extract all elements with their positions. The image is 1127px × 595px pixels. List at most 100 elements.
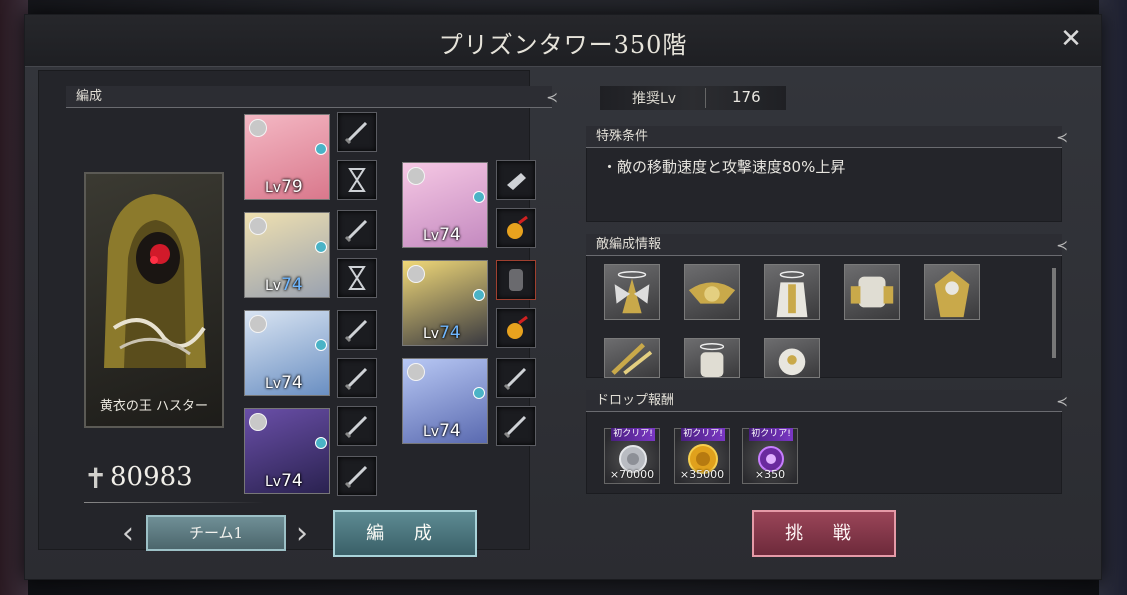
golem-icon (850, 276, 894, 308)
enemy-info-header: 敵編成情報 ≺ (586, 234, 1068, 256)
character-level: Lv79 (265, 177, 303, 197)
character-level: Lv74 (265, 275, 303, 295)
sword-icon (344, 121, 368, 145)
power-underline (84, 502, 264, 503)
reward-item[interactable]: 初クリア! ×70000 (604, 428, 660, 484)
power-icon: ✝ (84, 462, 108, 495)
reward-amount: ×350 (754, 468, 786, 481)
sword-icon (344, 319, 368, 343)
character-level: Lv74 (423, 225, 461, 245)
character-slot-2[interactable]: Lv74 (244, 212, 330, 298)
leader-name: 黄衣の王 ハスター (99, 399, 209, 414)
sword-icon (344, 465, 368, 489)
challenge-button[interactable]: 挑 戦 (752, 510, 896, 557)
reward-item[interactable]: 初クリア! ×350 (742, 428, 798, 484)
whistle-icon (507, 173, 526, 190)
bat-shield-icon (688, 282, 736, 304)
equipment-slot[interactable] (337, 310, 377, 350)
angel-guardian-icon (776, 271, 808, 318)
power-value: 80983 (110, 462, 193, 492)
element-icon (249, 217, 267, 235)
enemy-unit[interactable] (764, 338, 820, 378)
hook-ornament-icon: ≺ (1056, 394, 1068, 410)
golden-potion-icon (507, 215, 528, 239)
equipment-slot[interactable] (337, 406, 377, 446)
equipment-slot[interactable] (496, 208, 536, 248)
next-team-chevron-right-icon[interactable]: › (292, 516, 312, 552)
element-icon (407, 167, 425, 185)
title-bar: プリズンタワー350階 ✕ (25, 15, 1101, 67)
reward-item[interactable]: 初クリア! ×35000 (674, 428, 730, 484)
modal-title: プリズンタワー350階 (438, 31, 688, 59)
character-slot-6[interactable]: Lv74 (402, 260, 488, 346)
enemy-list-scrollbar[interactable] (1052, 268, 1056, 358)
enemy-unit[interactable] (764, 264, 820, 320)
edit-formation-button[interactable]: 編 成 (333, 510, 477, 557)
leader-card[interactable]: 黄衣の王 ハスター (84, 172, 224, 428)
special-condition-text: ・敵の移動速度と攻撃速度80%上昇 (602, 158, 846, 176)
recommended-level-label: 推奨Lv (632, 91, 677, 107)
drop-rewards-header: ドロップ報酬 ≺ (586, 390, 1068, 412)
armored-angel-icon (699, 343, 725, 377)
equipment-slot[interactable] (496, 160, 536, 200)
character-slot-1[interactable]: Lv79 (244, 114, 330, 200)
equipment-slot[interactable] (337, 210, 377, 250)
character-level: Lv74 (423, 421, 461, 441)
divider (705, 88, 706, 108)
class-icon (315, 339, 327, 351)
character-level: Lv74 (265, 471, 303, 491)
class-icon (315, 241, 327, 253)
enemy-unit[interactable] (684, 264, 740, 320)
character-slot-5[interactable]: Lv74 (402, 162, 488, 248)
equipment-slot[interactable] (337, 358, 377, 398)
background-right (1099, 0, 1127, 595)
enemy-info-label: 敵編成情報 (596, 237, 662, 252)
enemy-unit[interactable] (604, 264, 660, 320)
equipment-slot[interactable] (496, 260, 536, 300)
enemy-unit[interactable] (684, 338, 740, 378)
hourglass-icon (348, 168, 366, 192)
sword-icon (344, 219, 368, 243)
enemy-unit[interactable] (924, 264, 980, 320)
team-selector[interactable]: チーム1 (146, 515, 286, 551)
hourglass-icon (348, 266, 366, 290)
equipment-slot[interactable] (337, 112, 377, 152)
hooded-king-portrait (104, 194, 206, 368)
reward-amount: ×70000 (609, 468, 655, 481)
element-icon (249, 413, 267, 431)
special-conditions-header: 特殊条件 ≺ (586, 126, 1068, 148)
character-slot-3[interactable]: Lv74 (244, 310, 330, 396)
prev-team-chevron-left-icon[interactable]: ‹ (118, 516, 138, 552)
character-level: Lv74 (265, 373, 303, 393)
sword-icon (503, 415, 527, 439)
armor-icon (509, 269, 523, 291)
character-level: Lv74 (423, 323, 461, 343)
hook-ornament-icon: ≺ (1056, 130, 1068, 146)
element-icon (249, 315, 267, 333)
close-icon[interactable]: ✕ (1057, 25, 1085, 53)
sword-icon (503, 367, 527, 391)
golden-potion-icon (507, 315, 528, 339)
equipment-slot[interactable] (496, 406, 536, 446)
sword-icon (344, 367, 368, 391)
sword-icon (344, 415, 368, 439)
equipment-slot[interactable] (337, 258, 377, 298)
class-icon (315, 437, 327, 449)
enemy-unit[interactable] (844, 264, 900, 320)
hook-ornament-icon: ≺ (546, 90, 558, 106)
equipment-slot[interactable] (496, 308, 536, 348)
equipment-slot[interactable] (337, 456, 377, 496)
element-icon (407, 265, 425, 283)
equipment-slot[interactable] (337, 160, 377, 200)
element-icon (407, 363, 425, 381)
character-slot-4[interactable]: Lv74 (244, 408, 330, 494)
element-icon (249, 119, 267, 137)
formation-header: 編成 ≺ (66, 86, 558, 108)
character-slot-7[interactable]: Lv74 (402, 358, 488, 444)
drop-rewards-label: ドロップ報酬 (596, 393, 675, 408)
spear-soldier-icon (611, 342, 653, 375)
enemy-unit[interactable] (604, 338, 660, 378)
round-sentinel-icon (778, 348, 806, 376)
formation-header-label: 編成 (76, 89, 103, 104)
equipment-slot[interactable] (496, 358, 536, 398)
